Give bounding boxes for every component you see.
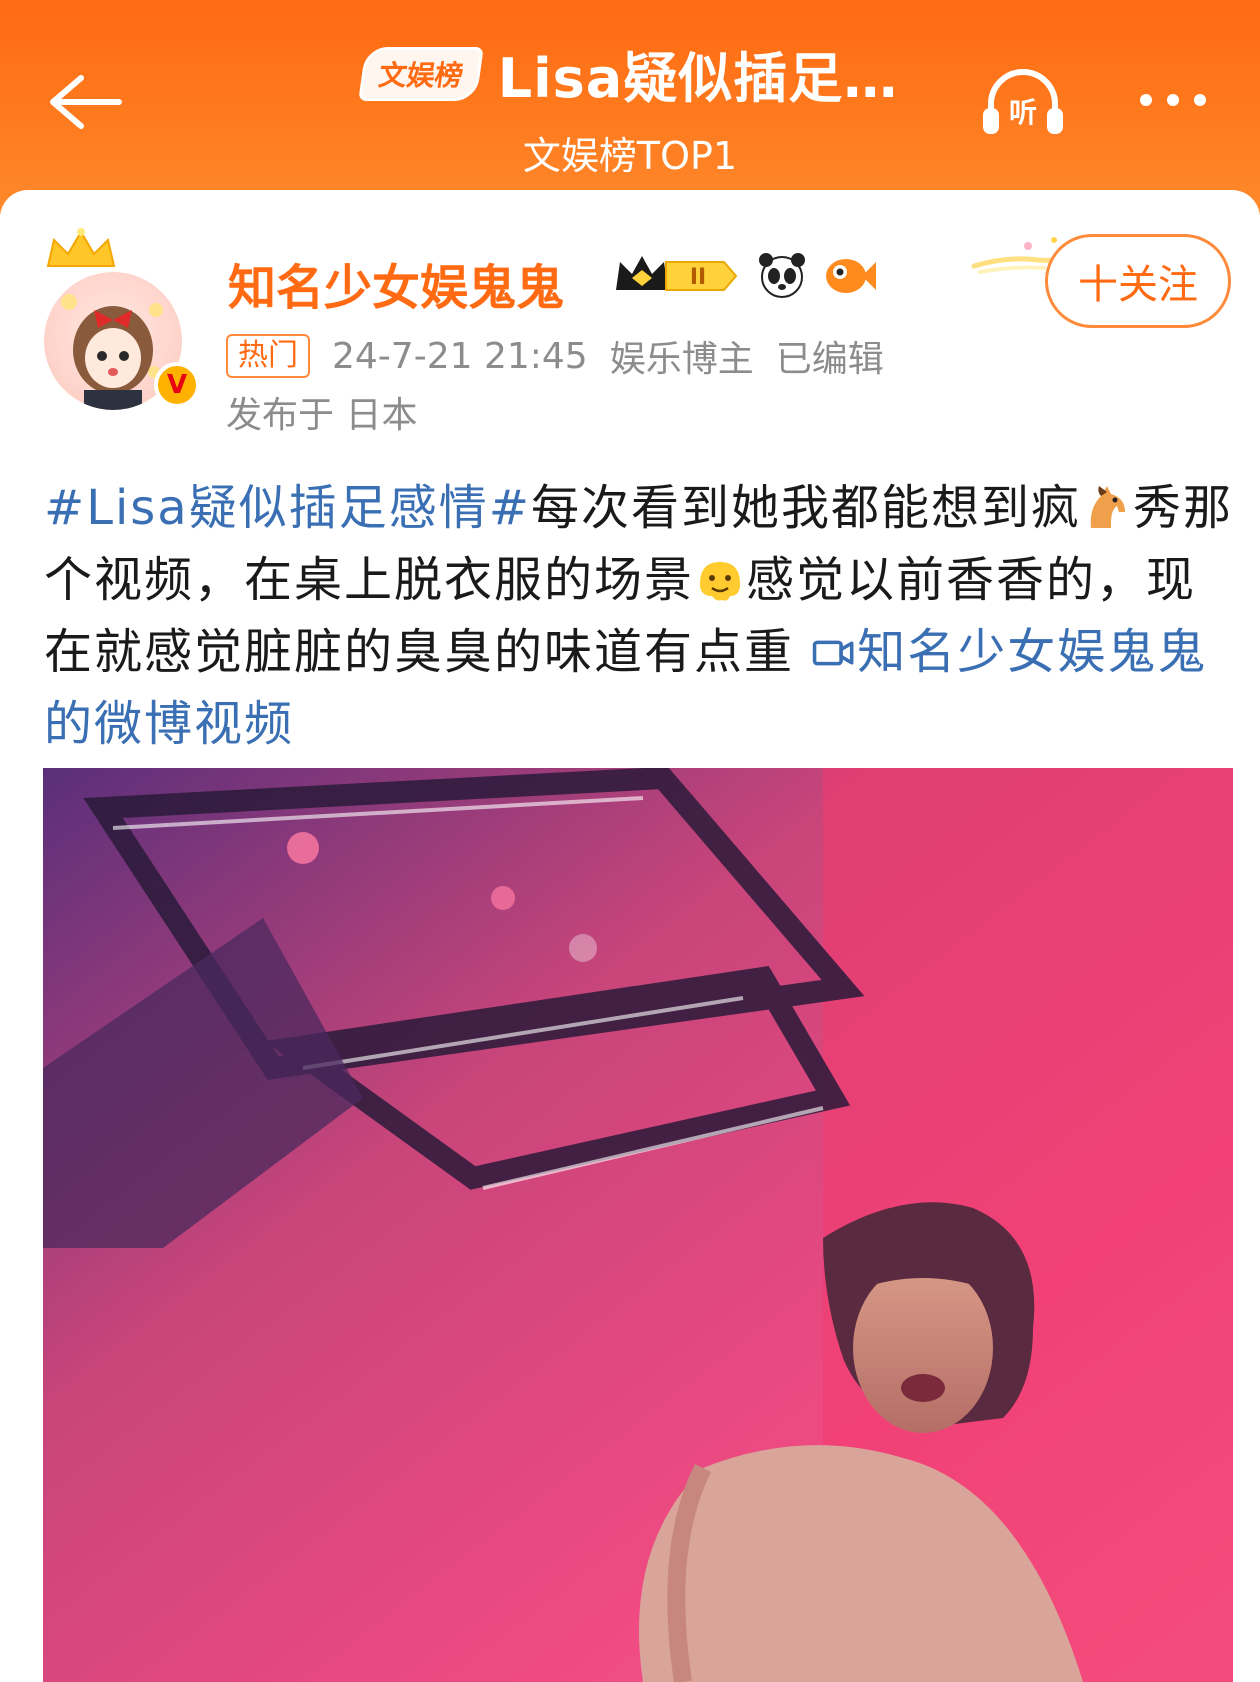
edited-label[interactable]: 已编辑	[776, 330, 884, 382]
post-card: V 知名少女娱鬼鬼 II 热门 24-7-21 21:45 娱乐博主 已编辑 发…	[0, 190, 1260, 1682]
melting-face-emoji-icon	[700, 562, 741, 601]
username[interactable]: 知名少女娱鬼鬼	[228, 248, 564, 318]
author-role: 娱乐博主	[609, 339, 754, 380]
listen-label: 听	[1009, 96, 1037, 129]
crown-icon	[46, 228, 116, 267]
post-text: #Lisa疑似插足感情#每次看到她我都能想到疯 秀那个视频，在桌上脱衣服的场景 …	[44, 472, 1234, 760]
headphones-icon: 听	[983, 69, 1063, 134]
video-camera-icon	[813, 640, 854, 666]
top-bar: 文娱榜 Lisa疑似插足… 文娱榜TOP1 听	[0, 0, 1260, 215]
page-title-block: 文娱榜 Lisa疑似插足… 文娱榜TOP1	[0, 34, 1260, 180]
post-datetime: 24-7-21 21:45	[332, 335, 588, 377]
page-subtitle: 文娱榜TOP1	[522, 134, 738, 178]
more-dot	[1167, 94, 1179, 106]
level-badge-text: II	[690, 265, 706, 290]
horse-emoji-icon	[1090, 486, 1125, 528]
crown-level-badge-icon[interactable]: II	[612, 250, 742, 300]
post-text-part1: 每次看到她我都能想到疯	[530, 480, 1081, 536]
more-dot	[1194, 94, 1206, 106]
page-title: Lisa疑似插足…	[497, 47, 899, 110]
post-location: 发布于 日本	[226, 395, 418, 436]
verified-badge: V	[154, 362, 200, 408]
listen-button[interactable]: 听	[975, 62, 1071, 142]
more-dot	[1140, 94, 1152, 106]
post-meta: 热门 24-7-21 21:45 娱乐博主 已编辑	[226, 330, 884, 382]
rank-tag: 文娱榜	[357, 46, 484, 101]
avatar[interactable]: V	[36, 220, 200, 410]
fish-icon	[826, 259, 876, 293]
hot-tag: 热门	[226, 334, 310, 378]
panda-icon	[759, 253, 805, 298]
video-thumbnail[interactable]	[43, 768, 1233, 1682]
follow-button[interactable]: 十关注	[1045, 234, 1231, 328]
hashtag-link[interactable]: #Lisa疑似插足感情#	[44, 480, 531, 536]
more-button[interactable]	[1140, 85, 1226, 115]
video-frame-image	[43, 768, 1233, 1682]
user-badges: II	[612, 250, 878, 300]
